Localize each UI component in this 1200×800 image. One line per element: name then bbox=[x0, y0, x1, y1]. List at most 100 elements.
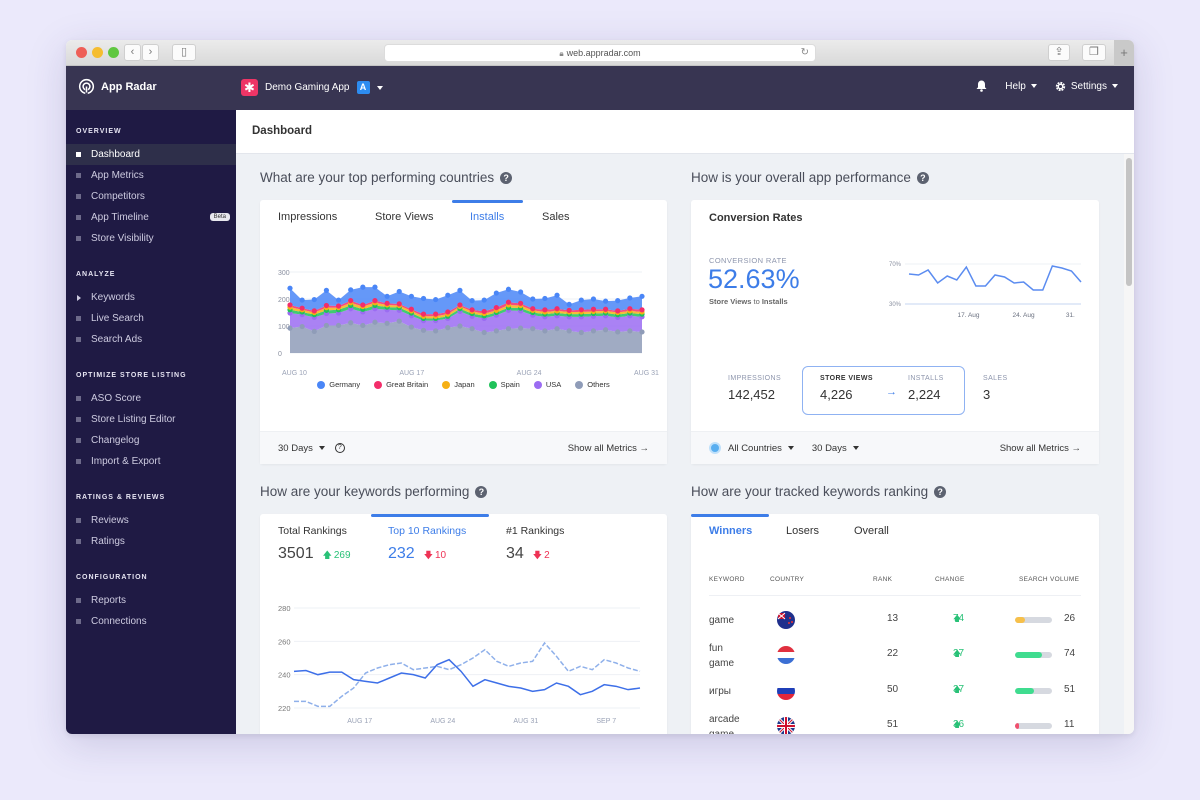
legend-item-great-britain[interactable]: Great Britain bbox=[374, 380, 428, 389]
sidebar-section-title: CONFIGURATION bbox=[76, 574, 148, 581]
data-point bbox=[639, 329, 645, 335]
period-dropdown[interactable]: 30 Days bbox=[812, 443, 859, 454]
help-icon[interactable]: ? bbox=[475, 486, 488, 498]
sidebar-item-label: Keywords bbox=[91, 292, 135, 303]
tab-sales[interactable]: Sales bbox=[542, 211, 570, 223]
sidebar-item-import-export[interactable]: Import & Export bbox=[66, 451, 236, 472]
table-row[interactable]: fun game 22 🡅︎ 37 74 bbox=[709, 638, 1081, 673]
stat-total-rankings[interactable]: Total Rankings 3501 🡅︎ 269 bbox=[278, 525, 351, 564]
column-header-rank[interactable]: RANK bbox=[873, 576, 892, 583]
help-icon[interactable]: ? bbox=[934, 486, 947, 498]
sidebar-item-label: Reports bbox=[91, 595, 127, 606]
help-icon[interactable]: ? bbox=[500, 172, 513, 184]
sidebar-item-keywords[interactable]: Keywords bbox=[66, 287, 236, 308]
legend-label: Japan bbox=[454, 380, 475, 389]
legend-dot bbox=[374, 380, 383, 389]
data-point bbox=[408, 306, 414, 312]
legend-item-spain[interactable]: Spain bbox=[488, 380, 520, 389]
tab-installs[interactable]: Installs bbox=[470, 211, 504, 223]
help-circle-icon[interactable]: ? bbox=[334, 443, 345, 453]
legend-item-germany[interactable]: Germany bbox=[317, 380, 360, 389]
data-point bbox=[299, 305, 305, 311]
column-header-keyword[interactable]: KEYWORD bbox=[709, 576, 745, 583]
metric-installs[interactable]: INSTALLS 2,224 bbox=[908, 375, 944, 402]
app-logo[interactable]: App Radar bbox=[78, 78, 157, 95]
bullet-icon bbox=[76, 152, 81, 157]
data-point bbox=[396, 288, 402, 295]
sidebar-item-changelog[interactable]: Changelog bbox=[66, 430, 236, 451]
data-point bbox=[360, 302, 366, 308]
reload-icon[interactable]: ↻ bbox=[801, 45, 809, 61]
sidebar-item-dashboard[interactable]: Dashboard bbox=[66, 144, 236, 165]
tab-store-views[interactable]: Store Views bbox=[375, 211, 434, 223]
data-point bbox=[542, 295, 548, 302]
legend-item-usa[interactable]: USA bbox=[533, 380, 561, 389]
column-header-change[interactable]: CHANGE bbox=[935, 576, 965, 583]
help-icon[interactable]: ? bbox=[916, 172, 929, 184]
stat-top-10-rankings[interactable]: Top 10 Rankings 232 🡇︎ 10 bbox=[388, 525, 466, 564]
chevron-down-icon bbox=[1030, 84, 1037, 88]
sidebar-item-reports[interactable]: Reports bbox=[66, 590, 236, 611]
tabs-overview-button[interactable]: ❐ bbox=[1082, 44, 1106, 61]
chevron-down-icon bbox=[852, 446, 859, 450]
sidebar-section: ANALYZE Keywords Live Search Search Ads bbox=[66, 271, 236, 350]
sidebar-item-connections[interactable]: Connections bbox=[66, 611, 236, 632]
y-tick-label: 300 bbox=[278, 270, 290, 277]
sidebar-item-reviews[interactable]: Reviews bbox=[66, 510, 236, 531]
minimize-window-button[interactable] bbox=[92, 47, 103, 58]
data-point bbox=[566, 301, 572, 307]
tab-impressions[interactable]: Impressions bbox=[278, 211, 337, 223]
show-all-metrics-link[interactable]: Show all Metrics → bbox=[568, 443, 649, 454]
app-selector[interactable]: ✱ Demo Gaming App A bbox=[241, 79, 383, 96]
metric-store-views[interactable]: STORE VIEWS 4,226 bbox=[820, 375, 873, 402]
settings-menu[interactable]: Settings bbox=[1055, 81, 1118, 92]
app-store-icon: A bbox=[356, 81, 370, 94]
sidebar-item-search-ads[interactable]: Search Ads bbox=[66, 329, 236, 350]
metric-sales[interactable]: SALES 3 bbox=[983, 375, 1008, 402]
notifications-button[interactable] bbox=[976, 80, 987, 92]
metric-value: 142,452 bbox=[728, 387, 775, 402]
address-bar[interactable]: 🔒︎ web.appradar.com ↻ bbox=[384, 44, 816, 62]
column-header-country[interactable]: COUNTRY bbox=[770, 576, 804, 583]
sidebar-item-ratings[interactable]: Ratings bbox=[66, 531, 236, 552]
column-header-search-volume[interactable]: SEARCH VOLUME bbox=[1019, 576, 1079, 583]
back-button[interactable]: ‹ bbox=[124, 44, 141, 61]
tab-winners[interactable]: Winners bbox=[709, 525, 752, 537]
sidebar-item-competitors[interactable]: Competitors bbox=[66, 186, 236, 207]
sidebar-section: CONFIGURATION Reports Connections bbox=[66, 574, 236, 632]
tab-overall[interactable]: Overall bbox=[854, 525, 889, 537]
y-tick-label: 240 bbox=[278, 671, 291, 680]
sidebar-item-store-listing-editor[interactable]: Store Listing Editor bbox=[66, 409, 236, 430]
metric-impressions[interactable]: IMPRESSIONS 142,452 bbox=[728, 375, 781, 402]
show-all-metrics-link[interactable]: Show all Metrics → bbox=[1000, 443, 1081, 454]
tab-losers[interactable]: Losers bbox=[786, 525, 819, 537]
period-dropdown[interactable]: 30 Days bbox=[278, 443, 325, 454]
forward-button[interactable]: › bbox=[142, 44, 159, 61]
data-point bbox=[493, 290, 499, 296]
x-tick-label: AUG 17 bbox=[399, 370, 424, 377]
legend-item-others[interactable]: Others bbox=[575, 380, 610, 389]
legend-item-japan[interactable]: Japan bbox=[442, 380, 475, 389]
sidebar-item-store-visibility[interactable]: Store Visibility bbox=[66, 228, 236, 249]
sidebar-item-app-metrics[interactable]: App Metrics bbox=[66, 165, 236, 186]
help-menu[interactable]: Help bbox=[1005, 81, 1037, 92]
country-filter-dropdown[interactable]: All Countries bbox=[728, 443, 794, 454]
table-row[interactable]: game 13 🡅︎ 74 26 bbox=[709, 603, 1081, 638]
data-point bbox=[627, 306, 633, 312]
sidebar-toggle-button[interactable]: ▯ bbox=[172, 44, 196, 61]
new-tab-button[interactable]: + bbox=[1114, 40, 1134, 66]
sidebar-item-live-search[interactable]: Live Search bbox=[66, 308, 236, 329]
maximize-window-button[interactable] bbox=[108, 47, 119, 58]
close-window-button[interactable] bbox=[76, 47, 87, 58]
sidebar-item-aso-score[interactable]: ASO Score bbox=[66, 388, 236, 409]
scrollbar-thumb[interactable] bbox=[1126, 158, 1132, 286]
sidebar-item-label: Reviews bbox=[91, 515, 129, 526]
sidebar-item-label: Changelog bbox=[91, 435, 140, 446]
rank-cell: 13 bbox=[887, 613, 899, 624]
sidebar-item-app-timeline[interactable]: App Timeline Beta bbox=[66, 207, 236, 228]
stat--1-rankings[interactable]: #1 Rankings 34 🡇︎ 2 bbox=[506, 525, 564, 564]
table-row[interactable]: arcade game51🡅︎3611 bbox=[709, 709, 1081, 734]
share-button[interactable]: ⇪ bbox=[1048, 44, 1070, 61]
table-row[interactable]: игры 50 🡅︎ 37 51 bbox=[709, 674, 1081, 709]
x-tick-label: AUG 17 bbox=[347, 718, 372, 725]
